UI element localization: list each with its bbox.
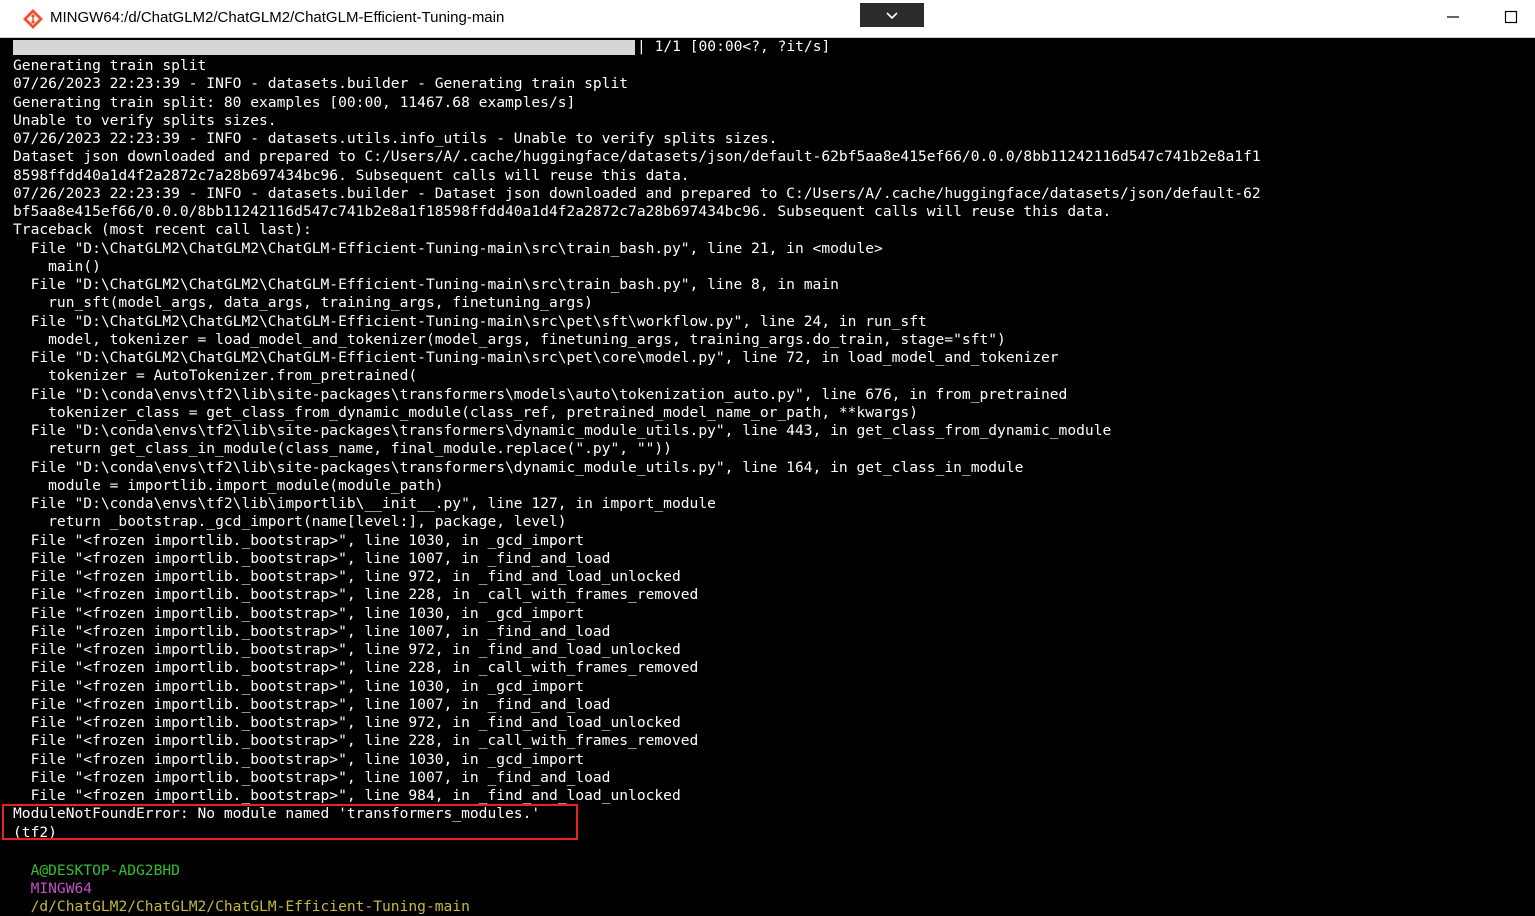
progress-fill [13,40,635,55]
error-highlight-box [2,804,578,840]
title-bar[interactable]: MINGW64:/d/ChatGLM2/ChatGLM2/ChatGLM-Eff… [0,0,1535,38]
terminal-line: return _bootstrap._gcd_import(name[level… [13,513,567,531]
terminal-line: Generating train split: 80 examples [00:… [13,93,576,111]
terminal-line: File "<frozen importlib._bootstrap>", li… [13,677,585,695]
git-bash-icon [22,8,44,30]
terminal-line: File "<frozen importlib._bootstrap>", li… [13,531,585,549]
terminal-line: Dataset json downloaded and prepared to … [13,148,1261,166]
terminal-line: File "<frozen importlib._bootstrap>", li… [13,714,681,731]
terminal-line: File "D:\ChatGLM2\ChatGLM2\ChatGLM-Effic… [13,276,839,293]
terminal-line: File "<frozen importlib._bootstrap>", li… [13,695,611,713]
terminal-line: Generating train split [13,57,207,74]
terminal-line: File "<frozen importlib._bootstrap>", li… [13,568,681,585]
terminal-line: model, tokenizer = load_model_and_tokeni… [13,330,1006,348]
terminal-line: 07/26/2023 22:23:39 - INFO - datasets.bu… [13,75,629,93]
minimize-icon [1446,9,1460,28]
terminal-line: return get_class_in_module(class_name, f… [13,440,672,458]
terminal-line: 07/26/2023 22:23:39 - INFO - datasets.ut… [13,130,778,147]
terminal-line: File "<frozen importlib._bootstrap>", li… [13,549,611,567]
progress-bar [13,40,635,55]
terminal-line: File "<frozen importlib._bootstrap>", li… [13,750,585,768]
terminal-line: File "<frozen importlib._bootstrap>", li… [13,787,681,804]
terminal-line: File "<frozen importlib._bootstrap>", li… [13,622,611,640]
terminal-line: File "D:\conda\envs\tf2\lib\importlib\__… [13,495,716,512]
terminal-line: Traceback (most recent call last): [13,221,312,239]
window-title: MINGW64:/d/ChatGLM2/ChatGLM2/ChatGLM-Eff… [50,9,505,26]
terminal-line: File "D:\conda\envs\tf2\lib\site-package… [13,458,1024,476]
terminal-line: 8598ffdd40a1d4f2a2872c7a28b697434bc96. S… [13,166,690,184]
maximize-icon [1504,9,1518,28]
terminal-line: tokenizer = AutoTokenizer.from_pretraine… [13,367,418,385]
terminal-line: bf5aa8e415ef66/0.0.0/8bb11242116d547c741… [13,203,1112,220]
terminal-line: File "<frozen importlib._bootstrap>", li… [13,768,611,786]
prompt-system: MINGW64 [30,880,93,897]
terminal-line: File "<frozen importlib._bootstrap>", li… [13,586,699,604]
terminal-line: File "<frozen importlib._bootstrap>", li… [13,659,699,677]
maximize-button[interactable] [1488,0,1534,37]
terminal-line: File "D:\conda\envs\tf2\lib\site-package… [13,385,1068,403]
terminal-line: Unable to verify splits sizes. [13,111,277,129]
terminal-line: File "D:\ChatGLM2\ChatGLM2\ChatGLM-Effic… [13,312,927,330]
terminal-line: File "<frozen importlib._bootstrap>", li… [13,604,585,622]
terminal-line: tokenizer_class = get_class_from_dynamic… [13,403,918,421]
chevron-down-icon [885,6,899,25]
prompt-user: A@DESKTOP-ADG2BHD [30,862,180,879]
dropdown-button[interactable] [860,3,924,27]
terminal-line: run_sft(model_args, data_args, training_… [13,294,593,312]
terminal-line: main() [13,257,101,275]
progress-text: | 1/1 [00:00<?, ?it/s] [637,38,831,55]
minimize-button[interactable] [1430,0,1476,37]
prompt-path: /d/ChatGLM2/ChatGLM2/ChatGLM-Efficient-T… [30,898,470,915]
shell-prompt[interactable]: A@DESKTOP-ADG2BHD MINGW64 /d/ChatGLM2/Ch… [13,844,470,915]
terminal-line: File "<frozen importlib._bootstrap>", li… [13,641,681,658]
terminal-line: File "D:\ChatGLM2\ChatGLM2\ChatGLM-Effic… [13,239,883,257]
terminal-line: File "<frozen importlib._bootstrap>", li… [13,732,699,750]
terminal-line: File "D:\ChatGLM2\ChatGLM2\ChatGLM-Effic… [13,349,1059,366]
terminal-line: module = importlib.import_module(module_… [13,476,444,494]
terminal-line: File "D:\conda\envs\tf2\lib\site-package… [13,422,1112,439]
terminal-line: 07/26/2023 22:23:39 - INFO - datasets.bu… [13,184,1261,202]
